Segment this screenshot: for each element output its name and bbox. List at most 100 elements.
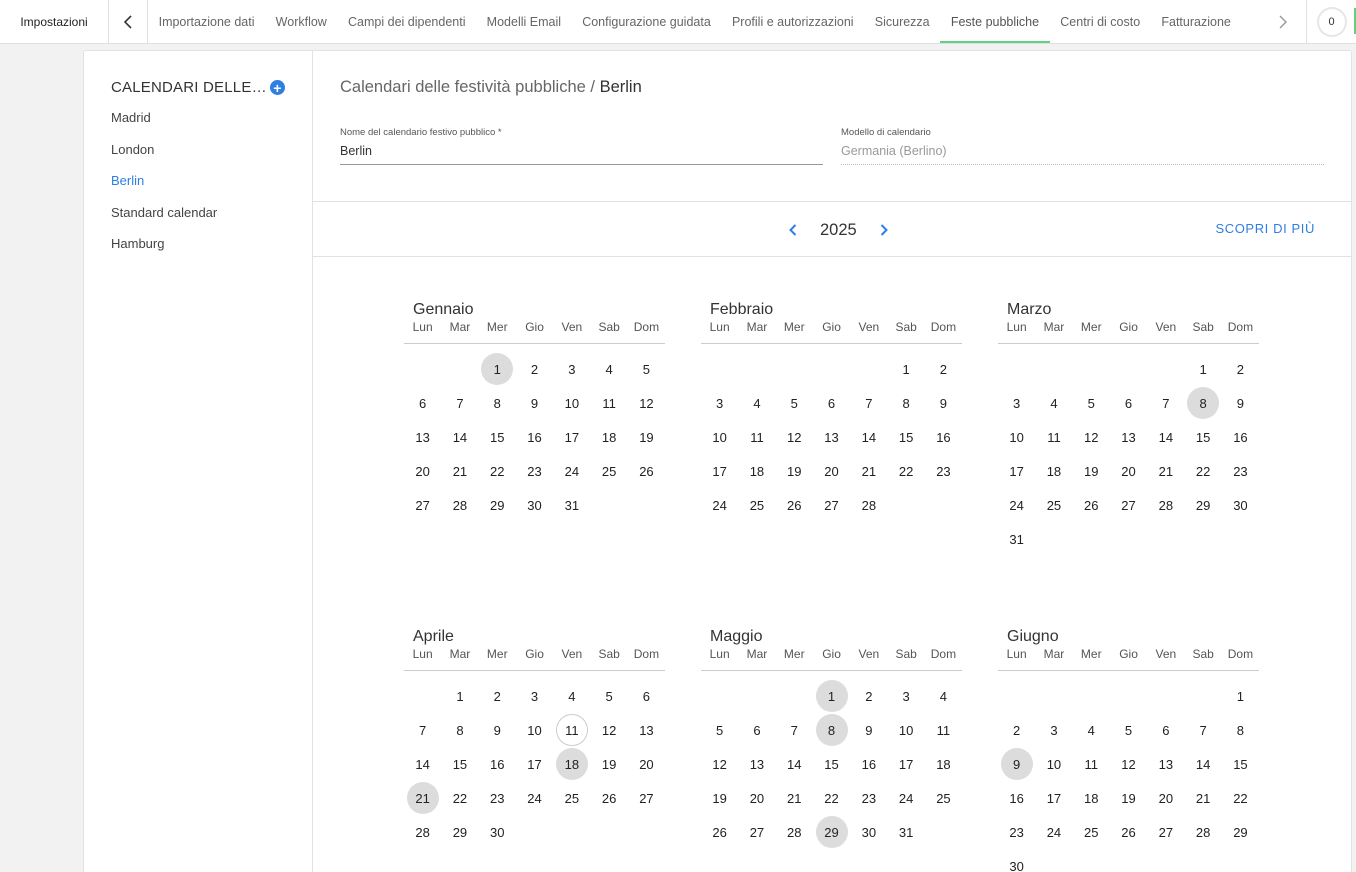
calendar-day[interactable]: 14 <box>441 420 478 454</box>
holiday-day[interactable]: 1 <box>813 679 850 713</box>
calendar-day[interactable]: 20 <box>738 781 775 815</box>
sidebar-item-london[interactable]: London <box>111 141 217 173</box>
calendar-day[interactable]: 21 <box>1184 781 1221 815</box>
calendar-day[interactable]: 9 <box>1222 386 1259 420</box>
calendar-day[interactable]: 9 <box>516 386 553 420</box>
calendar-name-field[interactable]: Nome del calendario festivo pubblico * B… <box>340 127 823 165</box>
calendar-day[interactable]: 30 <box>479 815 516 849</box>
calendar-day[interactable]: 14 <box>776 747 813 781</box>
calendar-day[interactable]: 8 <box>887 386 924 420</box>
calendar-day[interactable]: 27 <box>738 815 775 849</box>
calendar-day[interactable]: 26 <box>628 454 665 488</box>
calendar-day[interactable]: 16 <box>1222 420 1259 454</box>
calendar-day[interactable]: 23 <box>1222 454 1259 488</box>
calendar-day[interactable]: 6 <box>1110 386 1147 420</box>
calendar-day[interactable]: 20 <box>404 454 441 488</box>
calendar-day[interactable]: 12 <box>590 713 627 747</box>
calendar-day[interactable]: 25 <box>925 781 962 815</box>
calendar-day[interactable]: 10 <box>701 420 738 454</box>
calendar-day[interactable]: 3 <box>553 352 590 386</box>
calendar-day[interactable]: 16 <box>925 420 962 454</box>
holiday-day[interactable]: 21 <box>404 781 441 815</box>
calendar-day[interactable]: 10 <box>887 713 924 747</box>
calendar-day[interactable]: 19 <box>701 781 738 815</box>
calendar-day[interactable]: 19 <box>776 454 813 488</box>
calendar-day[interactable]: 18 <box>590 420 627 454</box>
calendar-day[interactable]: 9 <box>479 713 516 747</box>
calendar-day[interactable]: 17 <box>701 454 738 488</box>
calendar-day[interactable]: 5 <box>628 352 665 386</box>
calendar-day[interactable]: 26 <box>1073 488 1110 522</box>
calendar-day[interactable]: 21 <box>776 781 813 815</box>
calendar-day[interactable]: 24 <box>516 781 553 815</box>
calendar-day[interactable]: 20 <box>813 454 850 488</box>
calendar-day[interactable]: 3 <box>998 386 1035 420</box>
calendar-day[interactable]: 7 <box>1184 713 1221 747</box>
calendar-day[interactable]: 27 <box>628 781 665 815</box>
calendar-day[interactable]: 6 <box>738 713 775 747</box>
calendar-day[interactable]: 3 <box>701 386 738 420</box>
calendar-day[interactable]: 22 <box>887 454 924 488</box>
holiday-day[interactable]: 1 <box>479 352 516 386</box>
calendar-day[interactable]: 3 <box>887 679 924 713</box>
calendar-day[interactable]: 12 <box>628 386 665 420</box>
tab-workflow[interactable]: Workflow <box>265 0 337 43</box>
calendar-day[interactable]: 8 <box>479 386 516 420</box>
calendar-day[interactable]: 15 <box>1222 747 1259 781</box>
calendar-day[interactable]: 29 <box>441 815 478 849</box>
calendar-day[interactable]: 20 <box>1147 781 1184 815</box>
calendar-day[interactable]: 29 <box>1222 815 1259 849</box>
calendar-day[interactable]: 28 <box>850 488 887 522</box>
calendar-day[interactable]: 28 <box>1184 815 1221 849</box>
previous-year-button[interactable] <box>783 223 803 237</box>
calendar-day[interactable]: 2 <box>850 679 887 713</box>
calendar-day[interactable]: 31 <box>887 815 924 849</box>
calendar-day[interactable]: 14 <box>850 420 887 454</box>
tab-feste-pubbliche[interactable]: Feste pubbliche <box>940 0 1051 43</box>
calendar-day[interactable]: 25 <box>1035 488 1072 522</box>
sidebar-item-hamburg[interactable]: Hamburg <box>111 235 217 267</box>
calendar-day[interactable]: 17 <box>553 420 590 454</box>
calendar-day[interactable]: 25 <box>590 454 627 488</box>
calendar-day[interactable]: 10 <box>516 713 553 747</box>
calendar-day[interactable]: 12 <box>1110 747 1147 781</box>
calendar-day[interactable]: 24 <box>701 488 738 522</box>
calendar-day[interactable]: 22 <box>441 781 478 815</box>
calendar-day[interactable]: 17 <box>998 454 1035 488</box>
sidebar-item-standard-calendar[interactable]: Standard calendar <box>111 204 217 236</box>
calendar-day[interactable]: 7 <box>776 713 813 747</box>
tab-configurazione-guidata[interactable]: Configurazione guidata <box>572 0 722 43</box>
calendar-day[interactable]: 15 <box>479 420 516 454</box>
calendar-day[interactable]: 3 <box>1035 713 1072 747</box>
calendar-day[interactable]: 5 <box>776 386 813 420</box>
calendar-day[interactable]: 8 <box>1222 713 1259 747</box>
calendar-day[interactable]: 11 <box>590 386 627 420</box>
calendar-day[interactable]: 13 <box>738 747 775 781</box>
holiday-day[interactable]: 18 <box>553 747 590 781</box>
sidebar-item-berlin[interactable]: Berlin <box>111 172 217 204</box>
holiday-day[interactable]: 29 <box>813 815 850 849</box>
calendar-day[interactable]: 5 <box>701 713 738 747</box>
calendar-day[interactable]: 13 <box>813 420 850 454</box>
notification-counter[interactable]: 0 <box>1316 6 1347 37</box>
calendar-day[interactable]: 22 <box>1184 454 1221 488</box>
calendar-day[interactable]: 28 <box>776 815 813 849</box>
calendar-day[interactable]: 14 <box>404 747 441 781</box>
calendar-day[interactable]: 15 <box>1184 420 1221 454</box>
calendar-day[interactable]: 27 <box>1110 488 1147 522</box>
tab-fatturazione[interactable]: Fatturazione <box>1151 0 1242 43</box>
calendar-day[interactable]: 17 <box>516 747 553 781</box>
calendar-day[interactable]: 18 <box>738 454 775 488</box>
calendar-day[interactable]: 18 <box>925 747 962 781</box>
calendar-day[interactable]: 15 <box>887 420 924 454</box>
calendar-day[interactable]: 22 <box>813 781 850 815</box>
calendar-day[interactable]: 15 <box>813 747 850 781</box>
calendar-day[interactable]: 22 <box>1222 781 1259 815</box>
calendar-day[interactable]: 11 <box>925 713 962 747</box>
holiday-day[interactable]: 8 <box>813 713 850 747</box>
calendar-day[interactable]: 20 <box>628 747 665 781</box>
calendar-day[interactable]: 1 <box>1222 679 1259 713</box>
calendar-day[interactable]: 16 <box>516 420 553 454</box>
calendar-day[interactable]: 23 <box>998 815 1035 849</box>
calendar-day[interactable]: 26 <box>776 488 813 522</box>
